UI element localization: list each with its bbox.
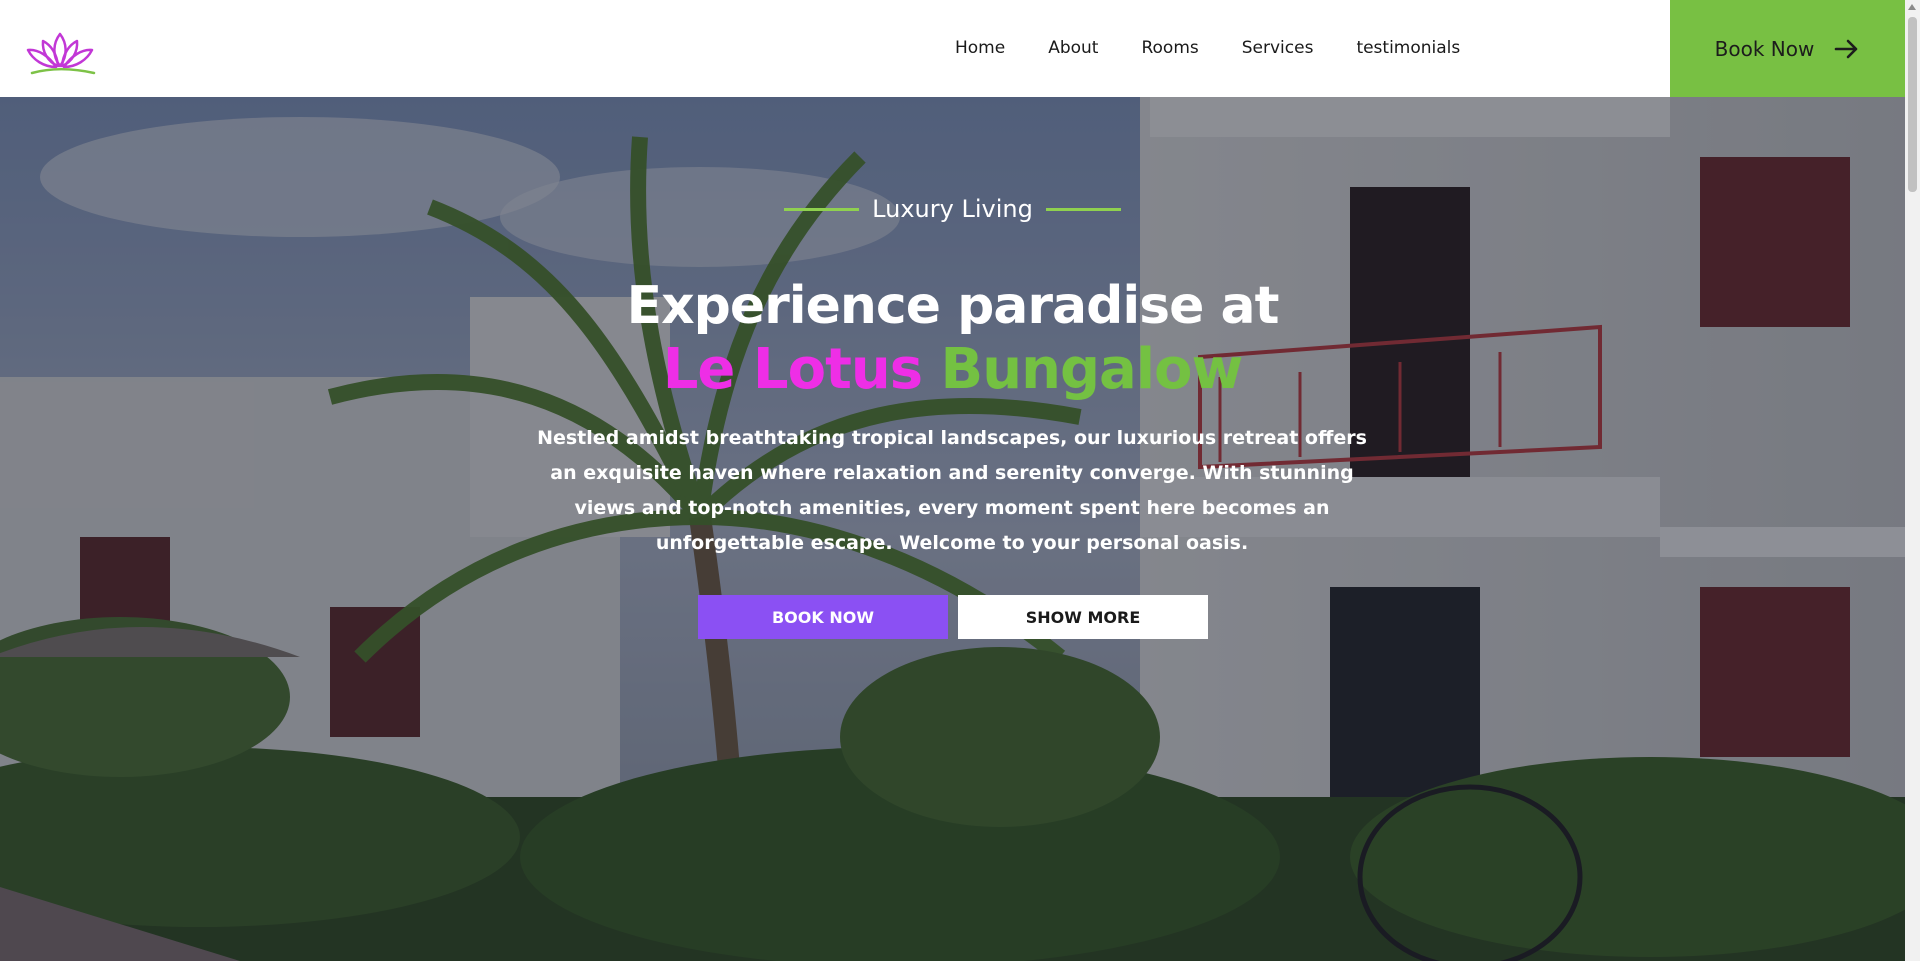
headline-line-1: Experience paradise at (626, 276, 1280, 336)
nav-rooms[interactable]: Rooms (1141, 38, 1198, 58)
site-header: Home About Rooms Services testimonials B… (0, 0, 1905, 97)
lotus-icon[interactable] (22, 28, 98, 78)
book-now-button[interactable]: BOOK NOW (698, 595, 948, 639)
nav-about[interactable]: About (1048, 38, 1098, 58)
scrollbar-thumb[interactable] (1908, 17, 1917, 192)
page-scrollbar[interactable] (1905, 0, 1920, 961)
headline-brand-green: Bungalow (940, 337, 1244, 402)
nav-services[interactable]: Services (1242, 38, 1314, 58)
eyebrow-line-right (1045, 207, 1121, 211)
arrow-right-icon (1835, 39, 1858, 58)
headline-brand-pink: Le Lotus (662, 337, 923, 402)
header-book-now-button[interactable]: Book Now (1670, 0, 1905, 97)
header-book-now-label: Book Now (1714, 36, 1815, 61)
headline-line-2: Le Lotus Bungalow (0, 338, 1905, 401)
eyebrow-label: Luxury Living (872, 195, 1033, 223)
hero-eyebrow: Luxury Living (0, 195, 1905, 223)
scroll-up-arrow-icon[interactable] (1908, 4, 1916, 10)
nav-home[interactable]: Home (955, 38, 1005, 58)
hero-section: Luxury Living Experience paradise at Le … (0, 97, 1905, 961)
hero-headline: Experience paradise at Le Lotus Bungalow (0, 275, 1905, 401)
hero-description: Nestled amidst breathtaking tropical lan… (537, 427, 1367, 554)
show-more-button[interactable]: SHOW MORE (958, 595, 1208, 639)
nav-testimonials[interactable]: testimonials (1356, 38, 1460, 58)
main-nav: Home About Rooms Services testimonials (955, 38, 1503, 58)
eyebrow-line-left (784, 207, 860, 211)
